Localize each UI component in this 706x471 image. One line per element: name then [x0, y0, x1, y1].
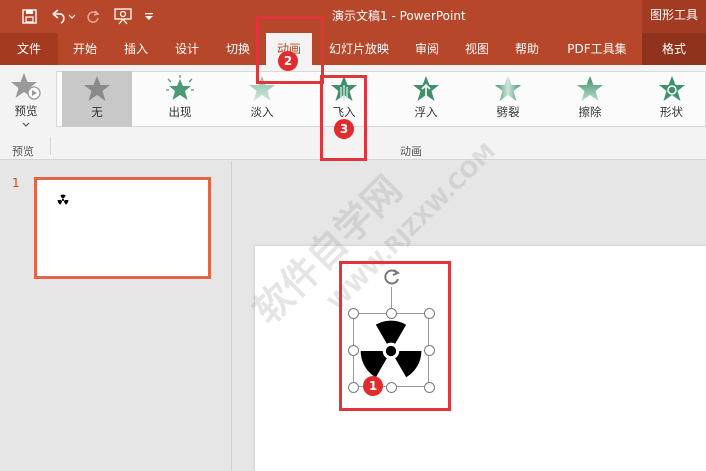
effect-float-in-label: 浮入 — [414, 105, 438, 119]
preview-label: 预览 — [14, 104, 38, 118]
redo-icon[interactable] — [84, 6, 102, 26]
tab-slideshow[interactable]: 幻灯片放映 — [318, 33, 400, 65]
effect-split[interactable]: 劈裂 — [473, 71, 543, 127]
effect-none-label: 无 — [91, 105, 103, 119]
effect-split-label: 劈裂 — [496, 105, 520, 119]
effect-wipe[interactable]: 擦除 — [555, 71, 625, 127]
effect-shape[interactable]: 形状 — [637, 71, 706, 127]
star-split-icon — [495, 76, 521, 101]
preview-group-label: 预览 — [12, 145, 34, 158]
tab-transitions[interactable]: 切换 — [215, 33, 261, 65]
title-bar: 演示文稿1 - PowerPoint 图形工具 — [0, 0, 706, 33]
tab-help[interactable]: 帮助 — [504, 33, 550, 65]
effect-shape-label: 形状 — [660, 105, 683, 119]
tab-format[interactable]: 格式 — [642, 33, 706, 65]
effect-fade-label: 淡入 — [250, 105, 274, 119]
tab-file[interactable]: 文件 — [0, 33, 58, 65]
radiation-thumb-icon — [57, 194, 69, 205]
star-shape-icon — [658, 76, 685, 101]
undo-icon[interactable] — [48, 6, 78, 26]
tab-view[interactable]: 视图 — [454, 33, 500, 65]
customize-qat-icon[interactable] — [143, 6, 155, 26]
step-marker-3: 3 — [334, 119, 354, 139]
drawing-tools-context-label: 图形工具 — [642, 0, 706, 33]
tab-insert[interactable]: 插入 — [113, 33, 159, 65]
preview-button[interactable]: 预览 — [4, 71, 48, 133]
animation-group-label: 动画 — [400, 145, 422, 158]
preview-star-icon — [11, 73, 41, 100]
group-separator — [50, 137, 51, 155]
effect-none[interactable]: 无 — [62, 71, 132, 127]
step-marker-2: 2 — [278, 51, 298, 71]
powerpoint-window: 演示文稿1 - PowerPoint 图形工具 文件 开始 插入 设计 切换 动… — [0, 0, 706, 471]
tab-home[interactable]: 开始 — [62, 33, 108, 65]
highlight-box-fly-in — [320, 75, 367, 161]
step-marker-1: 1 — [363, 376, 383, 396]
effect-appear[interactable]: 出现 — [145, 71, 215, 127]
star-appear-icon — [166, 75, 194, 100]
document-title: 演示文稿1 - PowerPoint — [332, 9, 466, 23]
highlight-box-animations-tab — [256, 16, 324, 84]
slide-number: 1 — [12, 176, 20, 190]
effect-appear-label: 出现 — [168, 105, 192, 119]
save-icon[interactable] — [20, 6, 38, 26]
tab-pdf-tools[interactable]: PDF工具集 — [556, 33, 638, 65]
present-from-start-icon[interactable] — [112, 6, 134, 26]
tab-review[interactable]: 审阅 — [404, 33, 450, 65]
tab-design[interactable]: 设计 — [164, 33, 210, 65]
star-float-in-icon — [413, 76, 439, 101]
preview-dropdown-icon — [22, 122, 30, 127]
highlight-box-shape — [339, 261, 451, 411]
star-none-icon — [84, 76, 110, 101]
star-wipe-icon — [577, 76, 603, 101]
effect-float-in[interactable]: 浮入 — [391, 71, 461, 127]
slide-thumbnail[interactable] — [34, 177, 211, 279]
ribbon-tabs: 文件 开始 插入 设计 切换 动画 幻灯片放映 审阅 视图 帮助 PDF工具集 … — [0, 33, 706, 65]
effect-wipe-label: 擦除 — [578, 105, 602, 119]
